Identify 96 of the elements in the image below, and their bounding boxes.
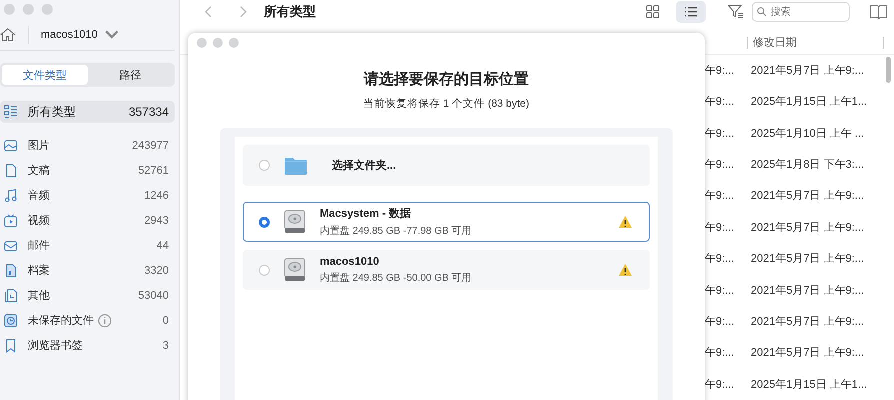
search-icon: [757, 6, 767, 17]
column-header[interactable]: 修改日期: [747, 36, 883, 49]
location-option[interactable]: Macsystem - 数据 内置盘 249.85 GB -77.98 GB 可用: [243, 202, 650, 242]
item-count: 0: [162, 314, 169, 326]
sidebar-item[interactable]: 浏览器书签 3: [0, 333, 175, 358]
item-label: 档案: [28, 264, 50, 278]
category-icon: [4, 214, 18, 228]
item-count: 52761: [138, 164, 169, 176]
sidebar-item[interactable]: 音频 1246: [0, 183, 175, 208]
category-icon: [4, 105, 18, 119]
table-cell-text: 午9:...: [704, 220, 736, 235]
item-label: 图片: [28, 139, 50, 153]
item-count: 243977: [132, 140, 169, 152]
item-count: 3: [162, 340, 169, 352]
category-icon: [4, 314, 18, 328]
dialog-subtitle: 当前恢复将保存 1 个文件 (83 byte): [363, 97, 530, 111]
radio-button[interactable]: [259, 264, 270, 276]
item-count: 53040: [138, 290, 169, 302]
table-cell-text: 2021年5月7日 上午9:...: [750, 220, 866, 235]
table-cell-text: 2025年1月8日 下午3:...: [750, 158, 866, 172]
drive-details: 内置盘 249.85 GB -50.00 GB 可用: [320, 272, 473, 284]
home-icon[interactable]: [0, 27, 16, 43]
table-cell-text: 2025年1月10日 上午 ...: [750, 126, 866, 141]
search-field[interactable]: 搜索: [752, 2, 850, 22]
table-cell-text: 午9:...: [704, 284, 736, 298]
category-icon: [4, 338, 18, 352]
window-control[interactable]: [4, 4, 15, 15]
radio-button[interactable]: [259, 216, 270, 228]
item-label: 未保存的文件: [28, 314, 94, 328]
drive-icon: [284, 258, 306, 282]
item-count: 2943: [144, 214, 169, 226]
sidebar-item[interactable]: 其他 53040: [0, 283, 175, 308]
location-option[interactable]: macos1010 内置盘 249.85 GB -50.00 GB 可用: [243, 250, 650, 290]
radio-button[interactable]: [259, 160, 270, 171]
drive-icon: [284, 210, 306, 234]
info-icon[interactable]: [98, 314, 112, 328]
sidebar-item[interactable]: 档案 3320: [0, 258, 175, 283]
table-cell-text: 午9:...: [704, 126, 736, 141]
dialog-title: 请选择要保存的目标位置: [364, 70, 529, 89]
table-cell-text: 2025年1月15日 上午1...: [750, 378, 868, 392]
item-label: 其他: [28, 289, 50, 303]
option-label: 选择文件夹...: [332, 158, 396, 173]
table-cell-text: 午9:...: [704, 378, 736, 392]
table-cell-text: 2021年5月7日 上午9:...: [750, 346, 866, 360]
drive-name: macos1010: [320, 256, 380, 268]
folder-icon: [284, 156, 308, 176]
sidebar-item[interactable]: 所有类型 357334: [0, 101, 175, 123]
table-cell-text: 午9:...: [704, 64, 736, 78]
category-icon: [4, 188, 18, 202]
table-cell-text: 2021年5月7日 上午9:...: [750, 64, 866, 78]
window-control[interactable]: [42, 4, 53, 15]
table-cell-text: 2021年5月7日 上午9:...: [750, 189, 866, 204]
location-option[interactable]: 选择文件夹...: [243, 145, 650, 186]
item-label: 邮件: [28, 239, 50, 253]
table-cell-text: 午9:...: [704, 346, 736, 360]
category-icon: [4, 138, 18, 152]
table-cell-text: 午9:...: [704, 95, 736, 110]
drive-details: 内置盘 249.85 GB -77.98 GB 可用: [320, 224, 473, 238]
item-count: 1246: [144, 190, 169, 202]
book-icon[interactable]: [870, 2, 888, 21]
window-control[interactable]: [23, 4, 34, 15]
category-icon: [4, 164, 18, 178]
sidebar-item[interactable]: 文稿 52761: [0, 158, 175, 183]
item-label: 文稿: [28, 164, 50, 178]
table-cell-text: 2021年5月7日 上午9:...: [750, 315, 866, 330]
table-cell-text: 午9:...: [704, 189, 736, 204]
item-count: 44: [156, 240, 169, 252]
table-cell-text: 午9:...: [704, 158, 736, 172]
list-view-button[interactable]: [676, 0, 706, 23]
drive-name: Macsystem - 数据: [320, 207, 412, 221]
item-label: 所有类型: [28, 104, 76, 120]
table-cell-text: 2021年5月7日 上午9:...: [750, 284, 866, 298]
category-icon: [4, 238, 18, 252]
table-cell-text: 2021年5月7日 上午9:...: [750, 252, 866, 266]
table-cell-text: 午9:...: [704, 315, 736, 330]
category-icon: [4, 288, 18, 302]
item-count: 3320: [144, 264, 169, 276]
category-icon: [4, 264, 18, 278]
item-count: 357334: [128, 105, 169, 119]
sidebar-item[interactable]: 邮件 44: [0, 233, 175, 258]
filter-icon[interactable]: [728, 4, 744, 20]
sidebar-item[interactable]: 未保存的文件 0: [0, 308, 175, 333]
item-label: 浏览器书签: [28, 338, 83, 353]
item-label: 视频: [28, 214, 50, 228]
list-icon: [684, 4, 698, 19]
table-cell-text: 2025年1月15日 上午1...: [750, 95, 868, 110]
sidebar-item[interactable]: 视频 2943: [0, 208, 175, 233]
table-cell-text: 午9:...: [704, 252, 736, 266]
sidebar-item[interactable]: 图片 243977: [0, 133, 175, 158]
page-title: 所有类型: [264, 2, 317, 21]
scrollbar[interactable]: [886, 57, 891, 84]
item-label: 音频: [28, 188, 50, 203]
tab[interactable]: 路径: [88, 65, 173, 85]
location-dropdown[interactable]: macos1010: [41, 29, 98, 41]
tab[interactable]: 文件类型: [2, 65, 88, 85]
grid-icon: [646, 4, 660, 19]
